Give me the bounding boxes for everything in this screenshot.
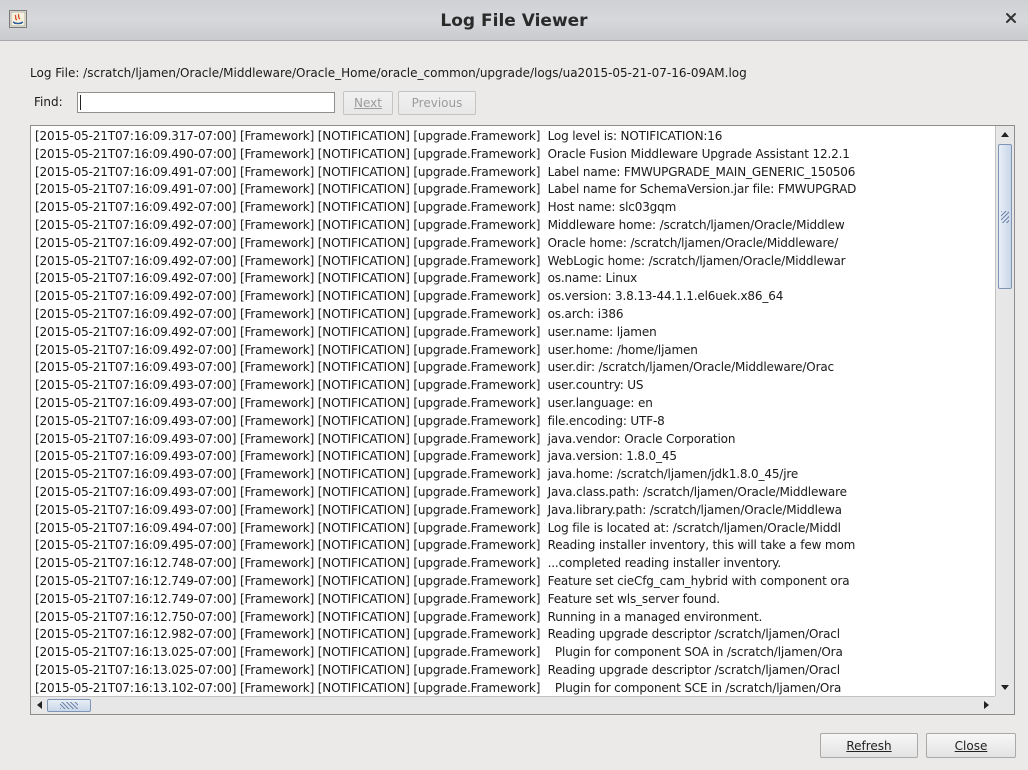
next-button[interactable]: Next: [343, 91, 393, 115]
title-bar: Log File Viewer: [0, 0, 1028, 41]
log-line: [2015-05-21T07:16:09.492-07:00] [Framewo…: [35, 218, 845, 232]
log-line: [2015-05-21T07:16:09.493-07:00] [Framewo…: [35, 413, 665, 428]
log-line: [2015-05-21T07:16:13.025-07:00] [Framewo…: [35, 663, 840, 677]
log-line: [2015-05-21T07:16:09.494-07:00] [Framewo…: [35, 520, 841, 535]
log-line: [2015-05-21T07:16:09.317-07:00] [Framewo…: [35, 129, 723, 143]
scroll-grip-icon: [60, 702, 78, 709]
log-line: [2015-05-21T07:16:09.493-07:00] [Framewo…: [35, 378, 644, 393]
log-line: [2015-05-21T07:16:09.493-07:00] [Framewo…: [35, 360, 835, 375]
log-line: [2015-05-21T07:16:09.492-07:00] [Framewo…: [35, 342, 698, 357]
find-input[interactable]: [77, 92, 335, 113]
log-line: [2015-05-21T07:16:13.102-07:00] [Framewo…: [35, 680, 842, 695]
log-line: [2015-05-21T07:16:09.493-07:00] [Framewo…: [35, 485, 847, 499]
log-line: [2015-05-21T07:16:09.492-07:00] [Framewo…: [35, 235, 839, 250]
scroll-right-arrow-icon[interactable]: [978, 697, 994, 713]
log-line: [2015-05-21T07:16:13.025-07:00] [Framewo…: [35, 645, 843, 660]
scroll-down-arrow-icon[interactable]: [997, 679, 1013, 695]
log-line: [2015-05-21T07:16:12.749-07:00] [Framewo…: [35, 574, 850, 588]
horizontal-scroll-thumb[interactable]: [47, 699, 91, 712]
scroll-grip-icon: [1001, 211, 1009, 223]
close-button[interactable]: Close: [926, 733, 1016, 758]
log-line: [2015-05-21T07:16:09.491-07:00] [Framewo…: [35, 164, 856, 179]
scroll-left-arrow-icon[interactable]: [32, 697, 48, 713]
log-line: [2015-05-21T07:16:12.749-07:00] [Framewo…: [35, 591, 720, 606]
horizontal-scrollbar[interactable]: [31, 696, 995, 714]
previous-button[interactable]: Previous: [398, 91, 476, 115]
scrollbar-corner: [995, 696, 1014, 714]
log-line: [2015-05-21T07:16:09.493-07:00] [Framewo…: [35, 502, 842, 517]
log-line: [2015-05-21T07:16:09.492-07:00] [Framewo…: [35, 200, 677, 215]
window-title: Log File Viewer: [440, 11, 588, 31]
close-window-icon[interactable]: [1004, 11, 1018, 25]
log-line: [2015-05-21T07:16:09.491-07:00] [Framewo…: [35, 182, 857, 197]
log-line: [2015-05-21T07:16:12.982-07:00] [Framewo…: [35, 627, 840, 642]
log-panel: [2015-05-21T07:16:09.317-07:00] [Framewo…: [30, 125, 1015, 715]
log-text-area[interactable]: [2015-05-21T07:16:09.317-07:00] [Framewo…: [31, 126, 995, 696]
find-label: Find:: [34, 95, 63, 109]
log-line: [2015-05-21T07:16:09.493-07:00] [Framewo…: [35, 449, 677, 464]
log-line: [2015-05-21T07:16:09.495-07:00] [Framewo…: [35, 538, 856, 553]
log-line: [2015-05-21T07:16:09.492-07:00] [Framewo…: [35, 289, 784, 304]
refresh-button[interactable]: Refresh: [820, 733, 918, 758]
vertical-scroll-thumb[interactable]: [998, 144, 1012, 289]
log-line: [2015-05-21T07:16:09.492-07:00] [Framewo…: [35, 307, 624, 321]
log-line: [2015-05-21T07:16:09.492-07:00] [Framewo…: [35, 324, 657, 339]
log-line: [2015-05-21T07:16:09.490-07:00] [Framewo…: [35, 146, 850, 161]
log-line: [2015-05-21T07:16:09.493-07:00] [Framewo…: [35, 467, 799, 482]
vertical-scrollbar[interactable]: [995, 126, 1014, 696]
log-line: [2015-05-21T07:16:09.492-07:00] [Framewo…: [35, 253, 846, 268]
text-cursor: [80, 95, 81, 110]
log-line: [2015-05-21T07:16:09.492-07:00] [Framewo…: [35, 271, 638, 286]
log-line: [2015-05-21T07:16:12.750-07:00] [Framewo…: [35, 609, 763, 624]
log-line: [2015-05-21T07:16:09.493-07:00] [Framewo…: [35, 431, 736, 446]
scroll-up-arrow-icon[interactable]: [997, 127, 1013, 143]
log-line: [2015-05-21T07:16:12.748-07:00] [Framewo…: [35, 556, 782, 571]
log-line: [2015-05-21T07:16:09.493-07:00] [Framewo…: [35, 396, 653, 410]
log-file-path: Log File: /scratch/ljamen/Oracle/Middlew…: [30, 66, 747, 80]
